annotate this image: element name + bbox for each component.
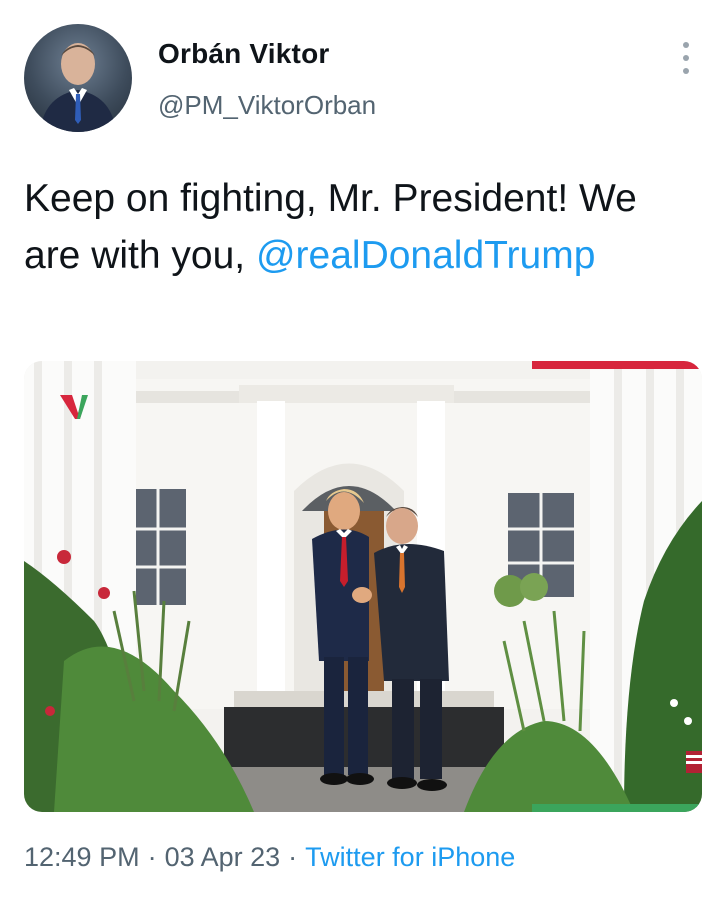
tweet-date[interactable]: 03 Apr 23: [165, 842, 281, 872]
avatar-portrait: [40, 43, 116, 132]
green-accent-stripe: [532, 804, 702, 812]
tweet-photo[interactable]: [24, 361, 702, 812]
author-handle[interactable]: @PM_ViktorOrban: [158, 90, 376, 121]
tweet-meta: 12:49 PM · 03 Apr 23 · Twitter for iPhone: [24, 842, 515, 873]
more-options-icon[interactable]: [672, 42, 700, 74]
separator: ·: [288, 842, 298, 872]
tweet-source-link[interactable]: Twitter for iPhone: [305, 842, 515, 872]
avatar[interactable]: [24, 24, 132, 132]
author-display-name[interactable]: Orbán Viktor: [158, 38, 329, 70]
photo-scene: [24, 361, 702, 812]
tweet-text: Keep on fighting, Mr. President! We are …: [24, 170, 684, 284]
separator: ·: [147, 842, 157, 872]
tweet-time[interactable]: 12:49 PM: [24, 842, 140, 872]
mention-link[interactable]: @realDonaldTrump: [256, 234, 595, 277]
red-accent-stripe: [532, 361, 702, 369]
